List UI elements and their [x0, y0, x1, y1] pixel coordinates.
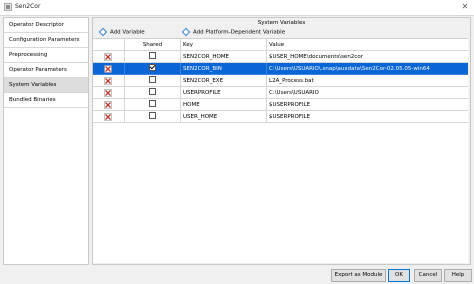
sidebar-item-operator-parameters[interactable]: Operator Parameters: [4, 63, 88, 78]
key-cell[interactable]: SEN2COR_HOME: [181, 51, 267, 63]
table-row[interactable]: SEN2COR_BIN C:\Users\USUARIO\.snap\auxda…: [93, 63, 468, 75]
sidebar-item-configuration-parameters[interactable]: Configuration Parameters: [4, 33, 88, 48]
delete-icon[interactable]: [104, 65, 112, 73]
add-variable-label: Add Variable: [110, 29, 145, 36]
key-cell[interactable]: SEN2COR_BIN: [181, 63, 267, 75]
shared-checkbox[interactable]: [149, 52, 156, 59]
value-cell[interactable]: L2A_Process.bat: [267, 75, 468, 87]
shared-cell: [125, 63, 181, 75]
delete-cell: [93, 51, 125, 63]
sidebar-item-label: System Variables: [9, 82, 57, 88]
add-variable-link[interactable]: Add Variable: [98, 27, 145, 37]
delete-cell: [93, 87, 125, 99]
delete-icon[interactable]: [104, 53, 112, 61]
value-cell[interactable]: $USERPROFILE: [267, 111, 468, 123]
sidebar: Operator Descriptor Configuration Parame…: [3, 17, 89, 265]
shared-cell: [125, 87, 181, 99]
delete-cell: [93, 63, 125, 75]
key-cell[interactable]: HOME: [181, 99, 267, 111]
delete-icon[interactable]: [104, 113, 112, 121]
column-header-delete: [93, 39, 125, 51]
value-cell[interactable]: $USERPROFILE: [267, 99, 468, 111]
delete-cell: [93, 99, 125, 111]
column-header-value[interactable]: Value: [267, 39, 468, 51]
sidebar-item-label: Operator Parameters: [9, 67, 67, 73]
panel-title: System Variables: [257, 20, 306, 26]
title-bar: Sen2Cor ✕: [0, 0, 474, 16]
key-cell[interactable]: USERPROFILE: [181, 87, 267, 99]
column-header-shared[interactable]: Shared: [125, 39, 181, 51]
table-row[interactable]: USERPROFILE C:\Users\USUARIO: [93, 87, 468, 99]
key-cell[interactable]: USER_HOME: [181, 111, 267, 123]
sidebar-item-operator-descriptor[interactable]: Operator Descriptor: [4, 18, 88, 33]
variables-table: Shared Key Value SEN2COR_HOME $USER_HOME…: [93, 38, 468, 263]
diamond-icon: [98, 27, 108, 37]
ok-button[interactable]: OK: [388, 269, 410, 282]
table-row[interactable]: SEN2COR_EXE L2A_Process.bat: [93, 75, 468, 87]
shared-checkbox[interactable]: [149, 88, 156, 95]
dialog-footer: Export as Module OK Cancel Help: [0, 264, 474, 284]
cancel-button[interactable]: Cancel: [414, 269, 442, 282]
shared-checkbox[interactable]: [149, 100, 156, 107]
sen2cor-app-icon: [4, 3, 12, 11]
shared-checkbox[interactable]: [149, 76, 156, 83]
shared-cell: [125, 99, 181, 111]
sidebar-item-bundled-binaries[interactable]: Bundled Binaries: [4, 93, 88, 108]
table-row[interactable]: USER_HOME $USERPROFILE: [93, 111, 468, 123]
diamond-icon: [181, 27, 191, 37]
help-button[interactable]: Help: [444, 269, 472, 282]
sidebar-item-label: Bundled Binaries: [9, 97, 56, 103]
shared-checkbox[interactable]: [149, 112, 156, 119]
close-icon[interactable]: ✕: [459, 1, 471, 13]
sidebar-item-preprocessing[interactable]: Preprocessing: [4, 48, 88, 63]
delete-icon[interactable]: [104, 77, 112, 85]
sidebar-item-system-variables[interactable]: System Variables: [4, 78, 88, 93]
sidebar-item-label: Operator Descriptor: [9, 22, 64, 28]
add-platform-variable-link[interactable]: Add Platform-Dependent Variable: [181, 27, 286, 37]
table-header: Shared Key Value: [93, 39, 468, 51]
export-as-module-button[interactable]: Export as Module: [331, 269, 386, 282]
table-row[interactable]: HOME $USERPROFILE: [93, 99, 468, 111]
column-header-key[interactable]: Key: [181, 39, 267, 51]
shared-cell: [125, 51, 181, 63]
sidebar-item-label: Configuration Parameters: [9, 37, 80, 43]
window-title: Sen2Cor: [15, 3, 41, 10]
add-platform-variable-label: Add Platform-Dependent Variable: [193, 29, 286, 36]
delete-icon[interactable]: [104, 89, 112, 97]
sidebar-item-label: Preprocessing: [9, 52, 48, 58]
shared-checkbox[interactable]: [149, 64, 156, 71]
table-row[interactable]: SEN2COR_HOME $USER_HOME\documents\sen2co…: [93, 51, 468, 63]
value-cell[interactable]: C:\Users\USUARIO: [267, 87, 468, 99]
shared-cell: [125, 111, 181, 123]
key-cell[interactable]: SEN2COR_EXE: [181, 75, 267, 87]
value-cell[interactable]: $USER_HOME\documents\sen2cor: [267, 51, 468, 63]
delete-cell: [93, 75, 125, 87]
system-variables-panel: System Variables Add Variable Add Platfo…: [92, 17, 471, 265]
delete-cell: [93, 111, 125, 123]
value-cell[interactable]: C:\Users\USUARIO\.snap\auxdata\Sen2Cor-0…: [267, 63, 468, 75]
shared-cell: [125, 75, 181, 87]
delete-icon[interactable]: [104, 101, 112, 109]
